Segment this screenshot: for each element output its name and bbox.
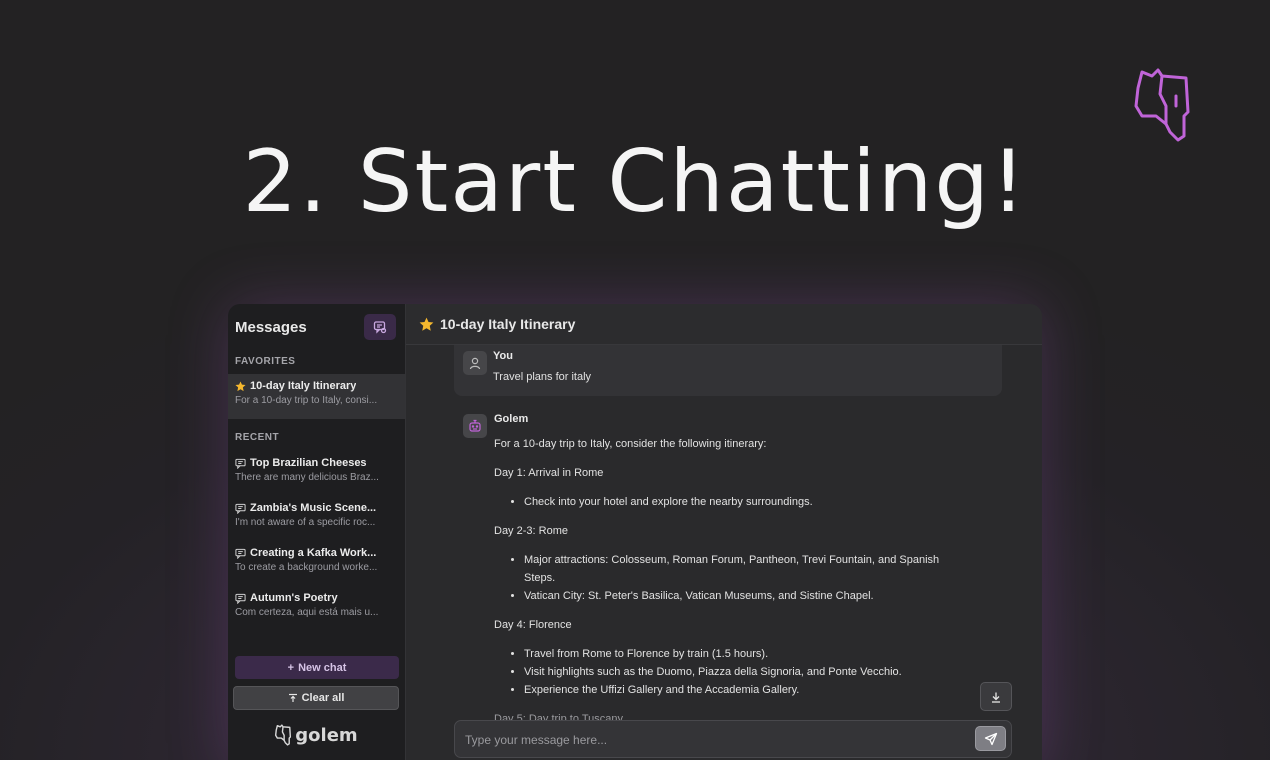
new-chat-icon-button[interactable] <box>364 314 396 340</box>
chat-header: 10-day Italy Itinerary <box>406 304 1042 345</box>
list-item: Travel from Rome to Florence by train (1… <box>524 645 954 663</box>
send-button[interactable] <box>975 726 1006 751</box>
chat-item-title: Top Brazilian Cheeses <box>250 457 367 469</box>
bot-avatar <box>463 414 487 438</box>
message-author: You <box>493 350 513 362</box>
chat-item-title: Creating a Kafka Work... <box>250 547 377 559</box>
user-icon <box>469 357 481 370</box>
clear-icon <box>288 693 297 702</box>
star-icon <box>235 380 246 391</box>
chat-app-window: Messages FAVORITES 10-day Italy Itinerar… <box>228 304 1042 760</box>
recent-chat-item[interactable]: Top Brazilian Cheeses There are many del… <box>228 451 405 496</box>
recent-chat-item[interactable]: Zambia's Music Scene... I'm not aware of… <box>228 496 405 541</box>
clear-all-label: Clear all <box>301 692 345 704</box>
sidebar-logo: golem <box>233 724 399 746</box>
star-icon[interactable] <box>419 317 434 332</box>
golem-logo-icon <box>1134 68 1190 142</box>
scroll-to-bottom-button[interactable] <box>980 682 1012 711</box>
list-item: Visit highlights such as the Duomo, Piaz… <box>524 663 954 681</box>
chat-item-title: Autumn's Poetry <box>250 592 338 604</box>
chat-bubble-icon <box>235 503 246 514</box>
new-chat-label: New chat <box>298 661 347 674</box>
chat-item-preview: I'm not aware of a specific roc... <box>235 517 376 528</box>
day-items: Check into your hotel and explore the ne… <box>524 493 954 511</box>
list-item: Vatican City: St. Peter's Basilica, Vati… <box>524 587 954 605</box>
sidebar: Messages FAVORITES 10-day Italy Itinerar… <box>228 304 406 760</box>
send-icon <box>984 732 997 745</box>
day-items: Travel from Rome to Florence by train (1… <box>524 645 954 699</box>
favorite-chat-item[interactable]: 10-day Italy Itinerary For a 10-day trip… <box>228 374 405 419</box>
day-heading: Day 4: Florence <box>494 619 572 631</box>
chat-title: 10-day Italy Itinerary <box>440 316 576 332</box>
chat-item-preview: To create a background worke... <box>235 562 378 573</box>
recent-chat-item[interactable]: Creating a Kafka Work... To create a bac… <box>228 541 405 586</box>
logo-text: golem <box>295 724 358 746</box>
chat-item-preview: There are many delicious Braz... <box>235 472 379 483</box>
recent-section-label: RECENT <box>235 432 280 443</box>
robot-icon <box>469 419 481 432</box>
chat-item-preview: Com certeza, aqui está mais u... <box>235 607 379 618</box>
arrow-down-icon <box>992 692 1000 703</box>
clear-all-button[interactable]: Clear all <box>233 686 399 710</box>
new-chat-button[interactable]: + New chat <box>235 656 399 679</box>
recent-chat-item[interactable]: Autumn's Poetry Com certeza, aqui está m… <box>228 586 405 631</box>
hero-title: 2. Start Chatting! <box>242 132 1028 232</box>
favorites-section-label: FAVORITES <box>235 356 296 367</box>
message-input[interactable] <box>465 730 945 750</box>
sidebar-title: Messages <box>235 318 307 336</box>
plus-icon: + <box>287 661 295 674</box>
user-avatar <box>463 351 487 375</box>
chat-bubble-icon <box>235 593 246 604</box>
message-text: Travel plans for italy <box>493 371 592 383</box>
message-composer <box>454 720 1012 758</box>
day-heading: Day 1: Arrival in Rome <box>494 467 604 479</box>
bot-intro: For a 10-day trip to Italy, consider the… <box>494 438 767 450</box>
day-items: Major attractions: Colosseum, Roman Foru… <box>524 551 954 605</box>
chat-bubble-icon <box>235 548 246 559</box>
chat-bubble-icon <box>235 458 246 469</box>
bot-message-content: For a 10-day trip to Italy, consider the… <box>494 435 954 739</box>
list-item: Major attractions: Colosseum, Roman Foru… <box>524 551 954 587</box>
list-item: Experience the Uffizi Gallery and the Ac… <box>524 681 954 699</box>
sidebar-header: Messages <box>228 304 405 350</box>
chat-main: 10-day Italy Itinerary You Travel plans … <box>406 304 1042 760</box>
recent-list: Top Brazilian Cheeses There are many del… <box>228 451 405 631</box>
user-message: You Travel plans for italy <box>454 345 1002 396</box>
golem-logo-small-icon <box>275 724 292 746</box>
message-author: Golem <box>494 413 529 425</box>
day-heading: Day 2-3: Rome <box>494 525 568 537</box>
list-item: Check into your hotel and explore the ne… <box>524 493 954 511</box>
chat-item-preview: For a 10-day trip to Italy, consi... <box>235 395 378 406</box>
chat-item-title: Zambia's Music Scene... <box>250 502 377 514</box>
favorites-list: 10-day Italy Itinerary For a 10-day trip… <box>228 374 405 419</box>
sidebar-footer: + New chat Clear all golem <box>228 656 406 746</box>
new-chat-icon <box>373 321 387 334</box>
chat-item-title: 10-day Italy Itinerary <box>250 380 357 392</box>
